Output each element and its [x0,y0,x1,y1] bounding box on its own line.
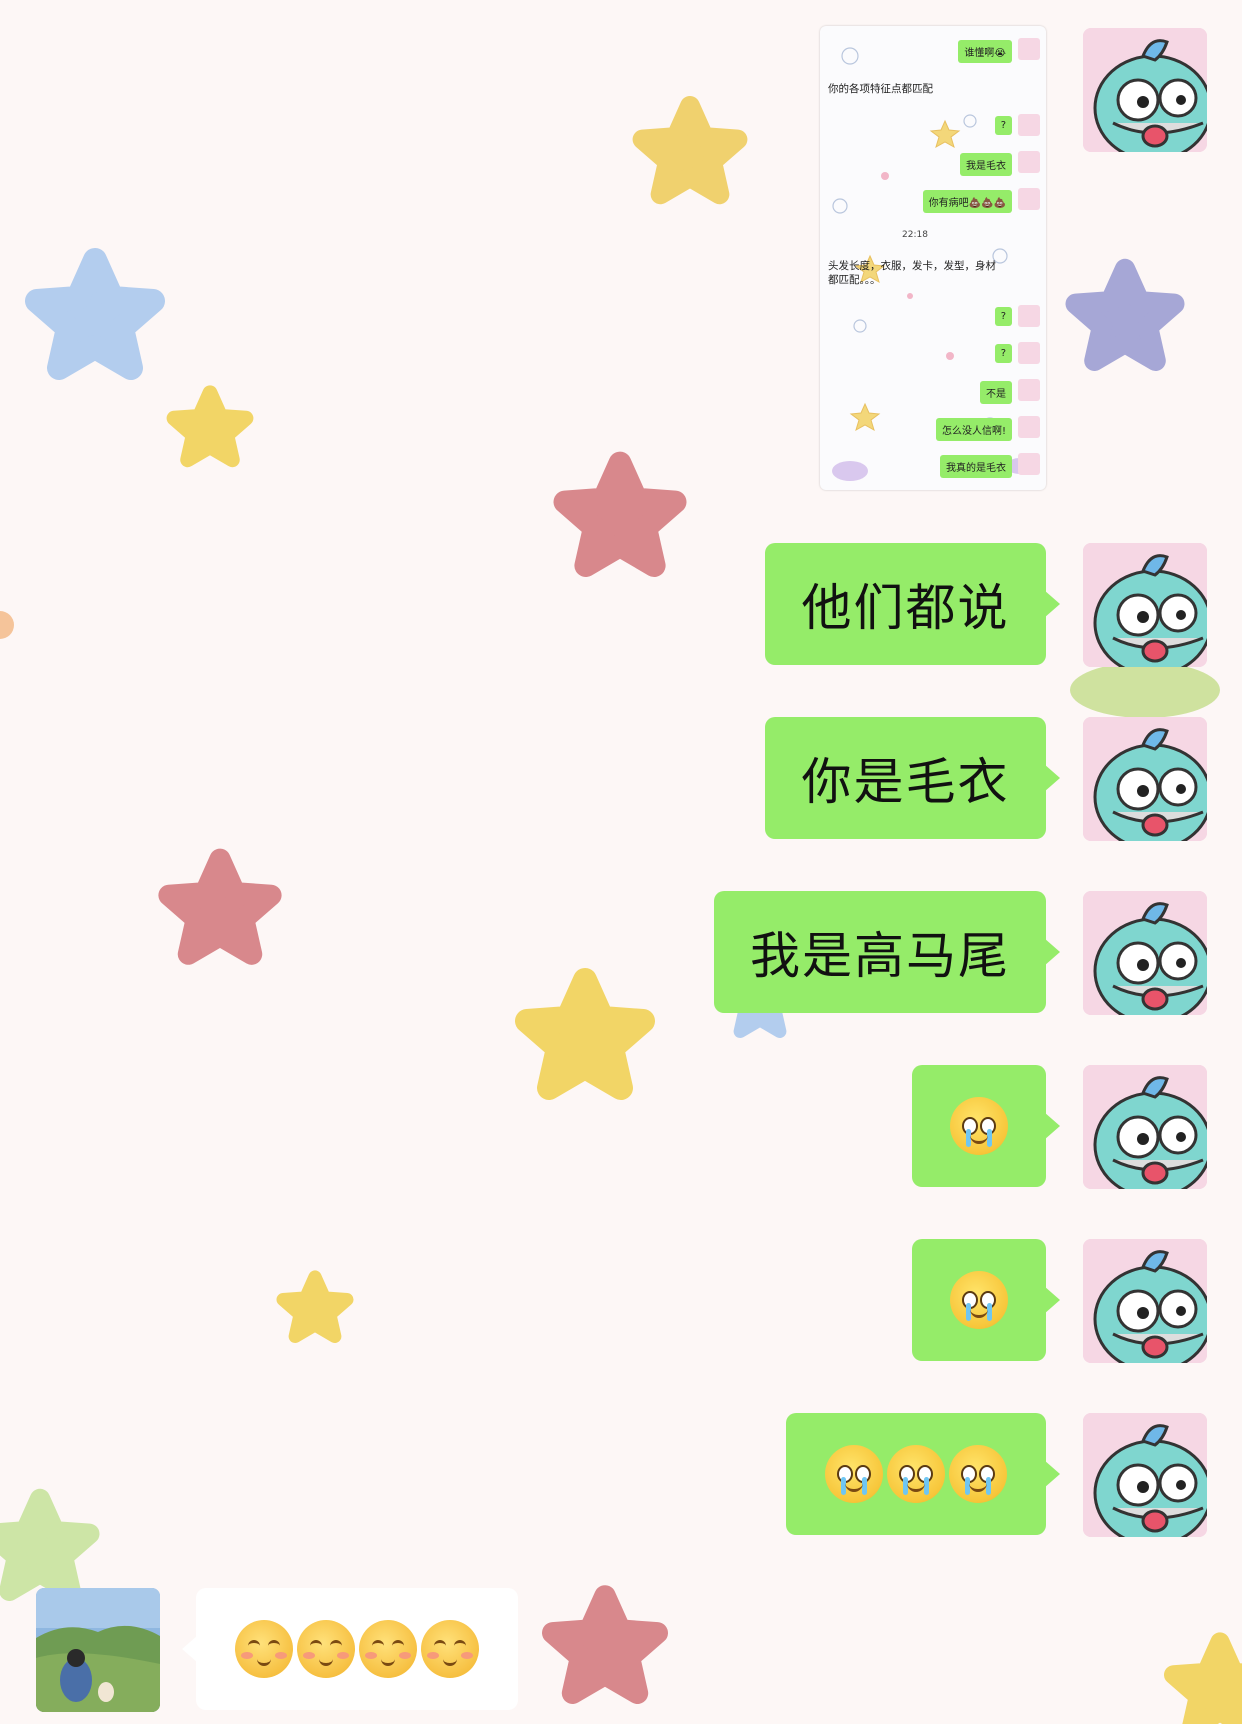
screenshot-avatar [1018,151,1040,173]
fish-character-icon [1083,543,1207,667]
self-avatar[interactable] [1083,1065,1207,1189]
holding-back-tears-emoji-icon [825,1445,883,1503]
holding-back-tears-emoji-icon [887,1445,945,1503]
screenshot-msg: ? [994,344,1012,363]
fish-character-icon [1083,1065,1207,1189]
message-bubble[interactable]: 你是毛衣 [765,717,1060,839]
screenshot-msg: 你有病吧💩💩💩 [922,190,1012,213]
fish-character-icon [1083,891,1207,1015]
screenshot-avatar [1018,188,1040,210]
screenshot-avatar [1018,342,1040,364]
fish-character-icon [1083,28,1207,152]
pleased-face-emoji-icon [359,1620,417,1678]
screenshot-msg: 我是毛衣 [960,153,1012,176]
landscape-photo-avatar-icon [36,1588,160,1712]
message-bubble-emoji[interactable] [912,1239,1060,1361]
message-bubble[interactable]: 我是高马尾 [714,891,1060,1013]
self-avatar[interactable] [1083,1239,1207,1363]
self-avatar[interactable] [1083,543,1207,667]
screenshot-avatar [1018,38,1040,60]
screenshot-msg: 谁懂啊😭 [958,40,1012,63]
self-avatar[interactable] [1083,717,1207,841]
screenshot-msg: ? [994,116,1012,135]
fish-character-icon [1083,1413,1207,1537]
pleased-face-emoji-icon [421,1620,479,1678]
screenshot-msg: ? [994,307,1012,326]
self-avatar[interactable] [1083,891,1207,1015]
message-bubble-emoji[interactable] [786,1413,1060,1535]
screenshot-avatar [1018,453,1040,475]
screenshot-timestamp: 22:18 [902,230,928,240]
crying-face-emoji-icon [950,1097,1008,1155]
screenshot-avatar [1018,416,1040,438]
message-bubble-emoji[interactable] [912,1065,1060,1187]
self-avatar[interactable] [1083,1413,1207,1537]
holding-back-tears-emoji-icon [949,1445,1007,1503]
screenshot-avatar [1018,305,1040,327]
screenshot-msg: 头发长度，衣服，发卡，发型，身材都匹配。。。 [828,260,996,286]
fish-character-icon [1083,717,1207,841]
reply-bubble-emoji[interactable] [182,1588,518,1710]
screenshot-image[interactable]: 谁懂啊😭 你的各项特征点都匹配 ? 我是毛衣 你有病吧💩💩💩 22:18 头发长… [820,26,1046,490]
contact-avatar[interactable] [36,1588,160,1712]
pleased-face-emoji-icon [235,1620,293,1678]
screenshot-avatar [1018,114,1040,136]
self-avatar[interactable] [1083,28,1207,152]
screenshot-msg: 怎么没人信啊! [935,418,1012,441]
message-bubble[interactable]: 他们都说 [765,543,1060,665]
screenshot-avatar [1018,379,1040,401]
screenshot-msg: 不是 [980,381,1012,404]
holding-back-tears-emoji-icon [950,1271,1008,1329]
fish-character-icon [1083,1239,1207,1363]
pleased-face-emoji-icon [297,1620,355,1678]
screenshot-msg: 我真的是毛衣 [940,455,1012,478]
screenshot-msg: 你的各项特征点都匹配 [828,83,933,95]
